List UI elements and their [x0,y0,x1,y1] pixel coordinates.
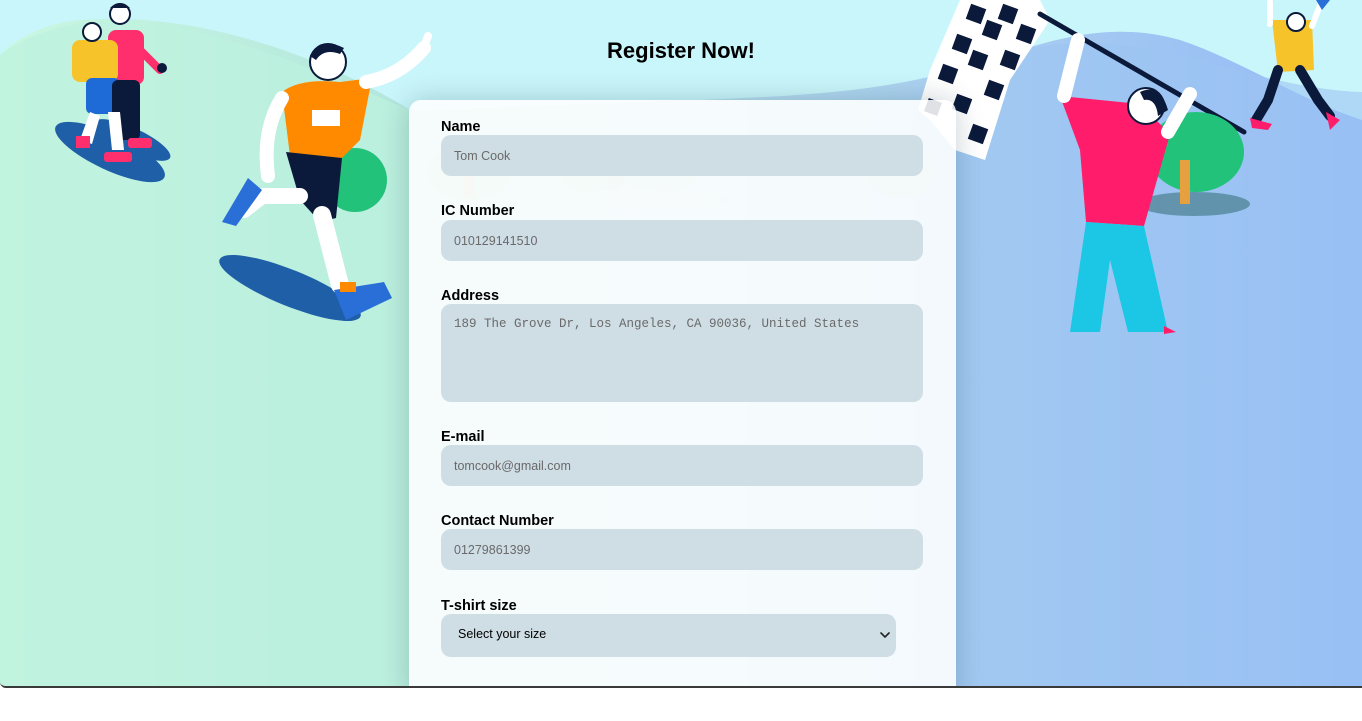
registration-form: Name IC Number Address E-mail Contact Nu… [409,100,956,686]
chevron-down-icon [880,632,890,638]
name-input[interactable] [441,135,923,176]
contact-number-input[interactable] [441,529,923,570]
tshirt-size-selected-value: Select your size [458,627,547,641]
tshirt-size-label: T-shirt size [441,598,517,614]
address-textarea[interactable] [441,304,923,402]
ic-number-input[interactable] [441,220,923,261]
page-title: Register Now! [607,38,755,63]
email-label: E-mail [441,429,485,445]
app-window: Register Now! Name IC Number Address E-m… [0,0,1362,688]
name-label: Name [441,119,481,135]
tshirt-size-select[interactable]: Select your size [441,614,896,657]
email-input[interactable] [441,445,923,486]
address-label: Address [441,288,500,304]
ic-number-label: IC Number [441,203,515,219]
contact-number-label: Contact Number [441,513,554,529]
